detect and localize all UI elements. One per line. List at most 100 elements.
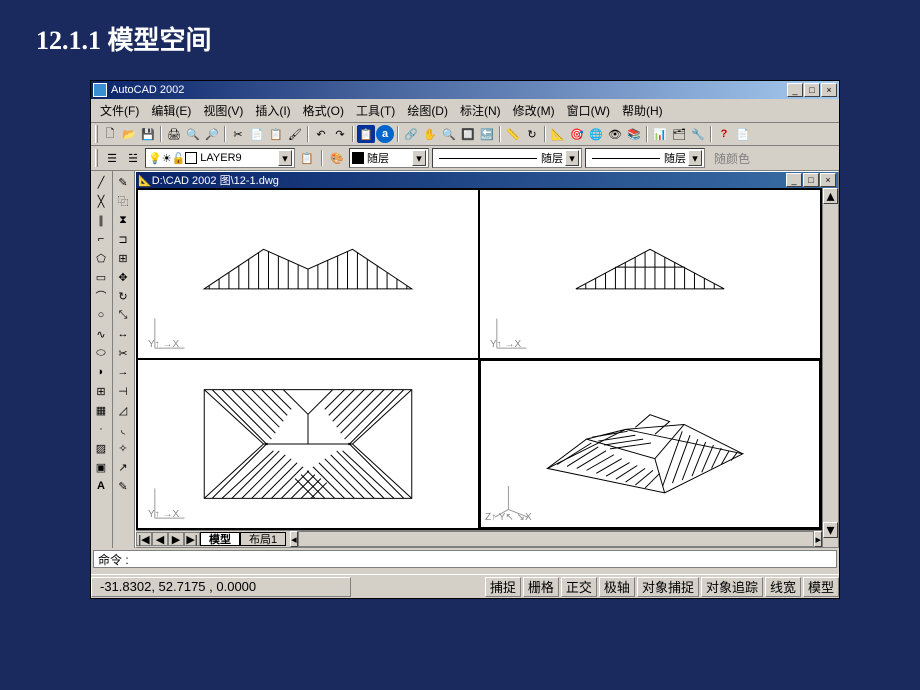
menu-file[interactable]: 文件(F) xyxy=(95,101,144,120)
dist-icon[interactable]: 📏 xyxy=(504,125,522,143)
lineweight-dropdown[interactable]: 随层 ▾ xyxy=(585,148,705,168)
move-icon[interactable]: ✥ xyxy=(114,268,132,286)
menu-dimension[interactable]: 标注(N) xyxy=(455,101,506,120)
array-icon[interactable]: ⊞ xyxy=(114,249,132,267)
zoom-window-icon[interactable]: 🔲 xyxy=(459,125,477,143)
print-icon[interactable]: 🖨 xyxy=(165,125,183,143)
menu-insert[interactable]: 插入(I) xyxy=(250,101,295,120)
insert-block-icon[interactable]: ⊞ xyxy=(92,382,110,400)
close-button[interactable]: × xyxy=(821,83,837,97)
properties-icon[interactable]: 📊 xyxy=(651,125,669,143)
menu-draw[interactable]: 绘图(D) xyxy=(402,101,453,120)
circle-icon[interactable]: ○ xyxy=(92,306,110,324)
vscroll-down-button[interactable]: ▾ xyxy=(823,522,838,538)
line-icon[interactable]: ╱ xyxy=(92,173,110,191)
dropdown-arrow-icon[interactable]: ▾ xyxy=(688,150,702,166)
menu-format[interactable]: 格式(O) xyxy=(298,101,349,120)
lwt-toggle[interactable]: 线宽 xyxy=(765,577,801,597)
open-icon[interactable]: 📂 xyxy=(120,125,138,143)
menu-window[interactable]: 窗口(W) xyxy=(562,101,615,120)
tab-first-button[interactable]: |◀ xyxy=(136,532,152,546)
menu-tools[interactable]: 工具(T) xyxy=(351,101,400,120)
command-line[interactable]: 命令 : xyxy=(93,550,837,568)
menu-view[interactable]: 视图(V) xyxy=(198,101,248,120)
edit-icon[interactable]: ✎ xyxy=(114,477,132,495)
rotate-icon[interactable]: ↻ xyxy=(114,287,132,305)
dropdown-arrow-icon[interactable]: ▾ xyxy=(565,150,579,166)
cut-icon[interactable]: ✂ xyxy=(229,125,247,143)
redo-icon[interactable]: ↷ xyxy=(331,125,349,143)
chamfer-icon[interactable]: ◿ xyxy=(114,401,132,419)
viewport-side[interactable]: Y↑ →X xyxy=(479,189,821,359)
linetype-dropdown[interactable]: 随层 ▾ xyxy=(432,148,582,168)
hscroll-track[interactable] xyxy=(298,531,815,547)
erase-icon[interactable]: ✎ xyxy=(114,173,132,191)
find-icon[interactable]: 🔎 xyxy=(203,125,221,143)
snap-toggle[interactable]: 捕捉 xyxy=(485,577,521,597)
viewport-iso[interactable]: Z↑ Y↖ ↘X xyxy=(479,359,821,529)
dropdown-arrow-icon[interactable]: ▾ xyxy=(412,150,426,166)
menu-edit[interactable]: 编辑(E) xyxy=(146,101,196,120)
tab-layout1[interactable]: 布局1 xyxy=(240,532,286,546)
save-icon[interactable]: 💾 xyxy=(139,125,157,143)
trim-icon[interactable]: ✂ xyxy=(114,344,132,362)
tab-prev-button[interactable]: ◀ xyxy=(152,532,168,546)
pline-icon[interactable]: ⌐ xyxy=(92,230,110,248)
rectangle-icon[interactable]: ▭ xyxy=(92,268,110,286)
drawing-minimize-button[interactable]: _ xyxy=(786,173,802,187)
ellipsearc-icon[interactable]: ◗ xyxy=(92,363,110,381)
ucs-icon[interactable]: 📐 xyxy=(549,125,567,143)
scale-icon[interactable]: ⤡ xyxy=(114,306,132,324)
grid-toggle[interactable]: 栅格 xyxy=(523,577,559,597)
today-icon[interactable]: 📋 xyxy=(357,125,375,143)
arc-icon[interactable]: ⌒ xyxy=(92,287,110,305)
break-icon[interactable]: ⊣ xyxy=(114,382,132,400)
undo-icon[interactable]: ↶ xyxy=(312,125,330,143)
viewport-front[interactable]: Y↑ →X xyxy=(137,189,479,359)
mline-icon[interactable]: ∥ xyxy=(92,211,110,229)
layer-manager-icon[interactable]: ☰ xyxy=(103,149,121,167)
polar-toggle[interactable]: 极轴 xyxy=(599,577,635,597)
matchprop-icon[interactable]: 🖌 xyxy=(286,125,304,143)
vertical-scrollbar[interactable]: ▴ ▾ xyxy=(822,188,838,547)
spline-icon[interactable]: ∿ xyxy=(92,325,110,343)
view-icon[interactable]: 👁 xyxy=(606,125,624,143)
mirror-icon[interactable]: ⧗ xyxy=(114,211,132,229)
layers-icon[interactable]: 📚 xyxy=(625,125,643,143)
ellipse-icon[interactable]: ⬭ xyxy=(92,344,110,362)
model-toggle[interactable]: 模型 xyxy=(803,577,839,597)
help-icon[interactable]: ? xyxy=(715,125,733,143)
stretch-icon[interactable]: ↔ xyxy=(114,325,132,343)
active-assist-icon[interactable]: a xyxy=(376,125,394,143)
layer-prev-icon[interactable]: 📋 xyxy=(298,149,316,167)
copy2-icon[interactable]: ⿻ xyxy=(114,192,132,210)
drawing-close-button[interactable]: × xyxy=(820,173,836,187)
offset-icon[interactable]: ⊐ xyxy=(114,230,132,248)
tab-last-button[interactable]: ▶| xyxy=(184,532,200,546)
new-icon[interactable]: 🗋 xyxy=(101,125,119,143)
redraw-icon[interactable]: ↻ xyxy=(523,125,541,143)
lengthen-icon[interactable]: ↗ xyxy=(114,458,132,476)
otrack-toggle[interactable]: 对象追踪 xyxy=(701,577,763,597)
vscroll-up-button[interactable]: ▴ xyxy=(823,188,838,204)
zoom-icon[interactable]: 🔍 xyxy=(440,125,458,143)
maximize-button[interactable]: □ xyxy=(804,83,820,97)
region-icon[interactable]: ▣ xyxy=(92,458,110,476)
adcenter-icon[interactable]: 🗂 xyxy=(670,125,688,143)
extra-icon[interactable]: 📄 xyxy=(734,125,752,143)
color-icon[interactable]: 🎨 xyxy=(328,149,346,167)
point-icon[interactable]: · xyxy=(92,420,110,438)
tool-icon[interactable]: 🔧 xyxy=(689,125,707,143)
make-block-icon[interactable]: ▦ xyxy=(92,401,110,419)
menu-modify[interactable]: 修改(M) xyxy=(508,101,560,120)
ortho-toggle[interactable]: 正交 xyxy=(561,577,597,597)
hatch-icon[interactable]: ▨ xyxy=(92,439,110,457)
preview-icon[interactable]: 🔍 xyxy=(184,125,202,143)
viewport-top[interactable]: Y↑ →X xyxy=(137,359,479,529)
dbconnect-icon[interactable]: 🔗 xyxy=(402,125,420,143)
hscroll-left-button[interactable]: ◂ xyxy=(290,531,298,547)
tab-next-button[interactable]: ▶ xyxy=(168,532,184,546)
fillet-icon[interactable]: ◟ xyxy=(114,420,132,438)
toolbar-grip[interactable] xyxy=(95,125,98,143)
xline-icon[interactable]: ╳ xyxy=(92,192,110,210)
